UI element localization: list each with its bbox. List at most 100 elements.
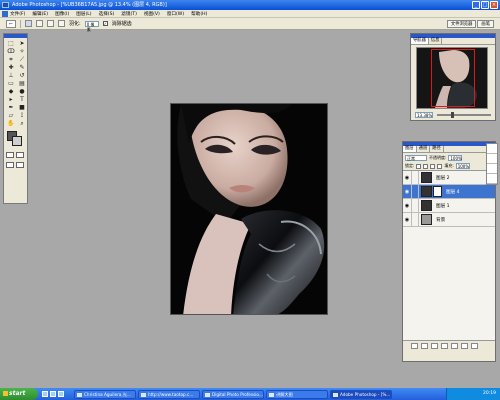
path-selection-tool-icon[interactable]: ▸	[6, 96, 16, 103]
layer-link-slot[interactable]	[412, 198, 419, 213]
brush-indicator-icon[interactable]	[412, 184, 419, 199]
notes-tool-icon[interactable]: ▱	[6, 112, 16, 119]
swatch-slot[interactable]	[487, 174, 497, 184]
lock-image-button[interactable]	[423, 163, 429, 169]
pen-tool-icon[interactable]: ✒	[6, 104, 16, 111]
menu-help[interactable]: 帮助(H)	[191, 11, 207, 17]
blur-tool-icon[interactable]: ◆	[6, 88, 16, 95]
new-selection-button[interactable]	[25, 20, 32, 27]
start-button[interactable]: start	[0, 388, 38, 400]
history-brush-tool-icon[interactable]: ↺	[17, 72, 27, 79]
layer-link-slot[interactable]	[412, 170, 419, 185]
taskbar-button[interactable]: Christina Aguilera,光...	[74, 389, 136, 399]
menu-filter[interactable]: 滤镜(T)	[121, 11, 137, 17]
tab-paths[interactable]: 路径	[430, 146, 444, 152]
taskbar-button[interactable]: Digital Photo Professio...	[202, 389, 264, 399]
standard-mode-button[interactable]	[6, 152, 14, 158]
fill-input[interactable]: 100%	[455, 163, 470, 169]
eyedropper-tool-icon[interactable]: ⟟	[17, 112, 27, 119]
swatch-slot[interactable]	[487, 164, 497, 174]
brush-tool-icon[interactable]: ✎	[17, 64, 27, 71]
blend-mode-select[interactable]: 正常	[405, 155, 427, 161]
gradient-tool-icon[interactable]: ▤	[17, 80, 27, 87]
navigator-zoom-input[interactable]: 13.38%	[415, 112, 433, 118]
layer-link-slot[interactable]	[412, 212, 419, 227]
clock[interactable]: 20:19	[483, 391, 496, 396]
tab-brushes[interactable]: 画笔	[477, 20, 494, 28]
media-icon[interactable]	[58, 391, 64, 397]
dodge-tool-icon[interactable]: ●	[17, 88, 27, 95]
navigator-zoom-slider[interactable]	[437, 112, 491, 118]
add-style-button[interactable]	[421, 343, 428, 349]
subtract-selection-button[interactable]	[47, 20, 54, 27]
shape-tool-icon[interactable]: ■	[17, 104, 27, 111]
opacity-input[interactable]: 100%	[448, 155, 463, 161]
layer-row[interactable]: ◉ 图层 1	[403, 198, 495, 213]
type-tool-icon[interactable]: T	[17, 96, 27, 103]
new-layer-button[interactable]	[461, 343, 468, 349]
taskbar-button[interactable]: 讲解大图	[266, 389, 328, 399]
visibility-eye-icon[interactable]: ◉	[403, 198, 412, 213]
magic-wand-tool-icon[interactable]: ✧	[17, 48, 27, 55]
layer-mask-thumbnail[interactable]	[433, 186, 442, 197]
antialias-checkbox[interactable]: ✓	[102, 21, 108, 26]
tab-info[interactable]: 信息	[429, 38, 443, 44]
zoom-tool-icon[interactable]: ⌕	[17, 120, 27, 127]
menu-window[interactable]: 窗口(W)	[167, 11, 184, 17]
menu-image[interactable]: 图像(I)	[55, 11, 69, 17]
tab-layers[interactable]: 图层	[403, 146, 417, 152]
menu-layer[interactable]: 图层(L)	[76, 11, 91, 17]
tab-navigator[interactable]: 导航器	[411, 38, 429, 44]
layer-row[interactable]: ◉ 图层 2	[403, 170, 495, 185]
link-layers-button[interactable]	[411, 343, 418, 349]
swatch-slot[interactable]	[487, 144, 497, 154]
background-color-swatch[interactable]	[12, 136, 22, 146]
new-set-button[interactable]	[441, 343, 448, 349]
standard-screen-button[interactable]	[6, 162, 14, 168]
delete-layer-button[interactable]	[471, 343, 478, 349]
crop-tool-icon[interactable]: ⌗	[6, 56, 16, 63]
menu-file[interactable]: 文件(F)	[10, 11, 25, 17]
full-screen-menu-button[interactable]	[16, 162, 24, 168]
lock-all-button[interactable]	[437, 163, 443, 169]
ie-icon[interactable]	[42, 391, 48, 397]
tool-preset-picker[interactable]: ⌐	[6, 19, 16, 28]
slice-tool-icon[interactable]: ⟋	[17, 56, 27, 63]
taskbar-button-active[interactable]: Adobe Photoshop - [%...	[330, 389, 392, 399]
clone-stamp-tool-icon[interactable]: ⊥	[6, 72, 16, 79]
hand-tool-icon[interactable]: ✋	[6, 120, 16, 127]
close-button[interactable]: ×	[490, 1, 498, 9]
navigator-view-box[interactable]	[431, 49, 475, 107]
visibility-eye-icon[interactable]: ◉	[403, 212, 412, 227]
move-tool-icon[interactable]: ➤	[17, 40, 27, 47]
menu-edit[interactable]: 编辑(E)	[32, 11, 48, 17]
layer-row-selected[interactable]: ◉ 图层 4	[403, 184, 495, 199]
menu-select[interactable]: 选择(S)	[99, 11, 115, 17]
healing-brush-tool-icon[interactable]: ✚	[6, 64, 16, 71]
tab-file-browser[interactable]: 文件浏览器	[446, 20, 477, 28]
add-selection-button[interactable]	[36, 20, 43, 27]
maximize-button[interactable]: □	[481, 1, 489, 9]
feather-input[interactable]: 0 像素	[84, 20, 99, 32]
intersect-selection-button[interactable]	[58, 20, 65, 27]
swatch-slot[interactable]	[487, 154, 497, 164]
eraser-tool-icon[interactable]: ▭	[6, 80, 16, 87]
new-adjustment-button[interactable]	[451, 343, 458, 349]
visibility-eye-icon[interactable]: ◉	[403, 184, 412, 199]
lock-transparency-button[interactable]	[416, 163, 422, 169]
minimize-button[interactable]: _	[472, 1, 480, 9]
taskbar-button[interactable]: http://www.taotop.c...	[138, 389, 200, 399]
document-canvas[interactable]	[170, 103, 328, 315]
visibility-eye-icon[interactable]: ◉	[403, 170, 412, 185]
zoom-slider-knob[interactable]	[451, 112, 454, 118]
lasso-tool-icon[interactable]: ↀ	[6, 48, 16, 55]
layer-row[interactable]: ◉ 背景	[403, 212, 495, 227]
menu-view[interactable]: 视图(V)	[144, 11, 160, 17]
add-mask-button[interactable]	[431, 343, 438, 349]
lock-position-button[interactable]	[430, 163, 436, 169]
desktop-icon[interactable]	[50, 391, 56, 397]
tab-channels[interactable]: 通道	[417, 146, 431, 152]
marquee-tool-icon[interactable]: ⬚	[6, 40, 16, 47]
navigator-thumbnail[interactable]	[416, 47, 488, 109]
quick-mask-button[interactable]	[16, 152, 24, 158]
